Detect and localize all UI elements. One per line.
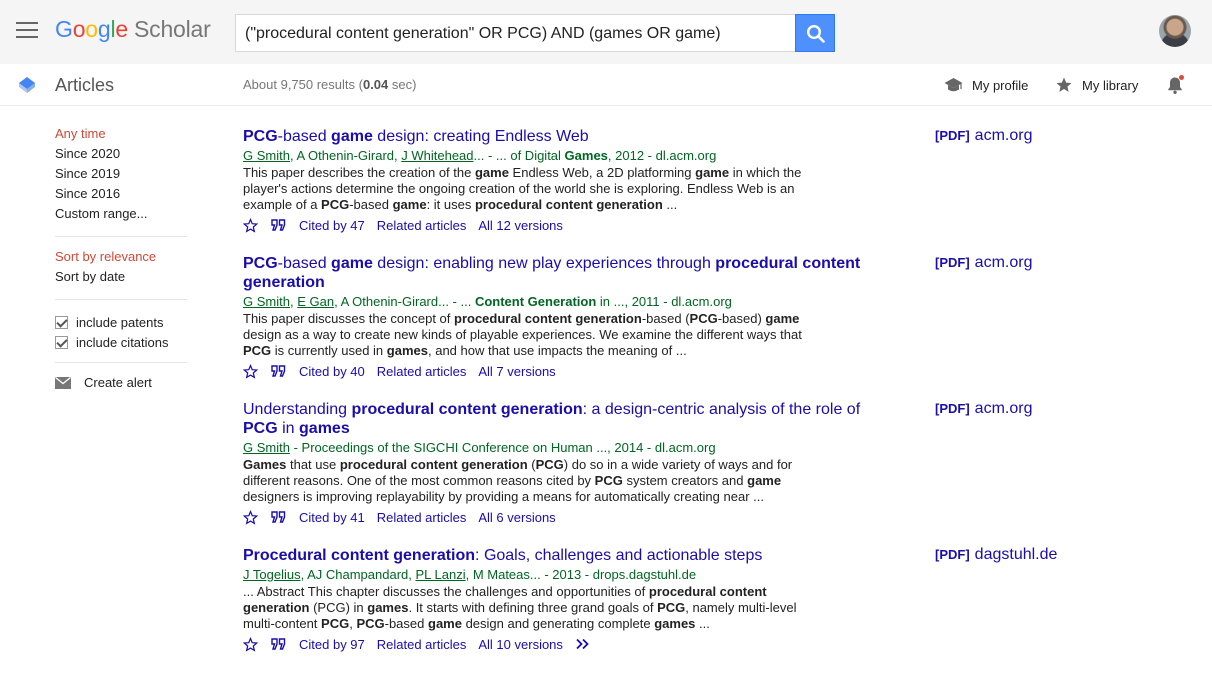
sub-header: Articles About 9,750 results (0.04 sec) …: [0, 64, 1212, 106]
sidebar: Any time Since 2020 Since 2019 Since 201…: [55, 126, 187, 390]
result-snippet: This paper describes the creation of the…: [243, 165, 802, 212]
save-star-icon[interactable]: [243, 636, 258, 652]
related-articles-link[interactable]: Related articles: [377, 510, 467, 525]
search-input[interactable]: ("procedural content generation" OR PCG)…: [235, 14, 796, 52]
checkbox-checked-icon: [55, 315, 68, 329]
result-title[interactable]: PCG-based game design: creating Endless …: [243, 127, 863, 146]
result-actions: Cited by 41 Related articles All 6 versi…: [243, 507, 863, 527]
divider: [55, 236, 187, 237]
top-bar: Google Scholar ("procedural content gener…: [0, 0, 1212, 64]
related-articles-link[interactable]: Related articles: [377, 218, 467, 233]
author-link[interactable]: G Smith: [243, 148, 290, 163]
author-link[interactable]: J Whitehead: [401, 148, 473, 163]
cited-by-link[interactable]: Cited by 97: [299, 637, 365, 652]
filter-since-2019[interactable]: Since 2019: [55, 166, 187, 186]
cited-by-link[interactable]: Cited by 41: [299, 510, 365, 525]
related-articles-link[interactable]: Related articles: [377, 364, 467, 379]
all-versions-link[interactable]: All 6 versions: [478, 510, 555, 525]
notifications-button[interactable]: [1166, 75, 1184, 100]
save-star-icon[interactable]: [243, 509, 258, 525]
sort-by-relevance[interactable]: Sort by relevance: [55, 249, 187, 269]
section-title: Articles: [55, 75, 115, 95]
result-actions: Cited by 47 Related articles All 12 vers…: [243, 215, 863, 235]
notification-dot: [1179, 75, 1184, 80]
mortarboard-icon: [944, 78, 963, 92]
cite-quote-icon[interactable]: [271, 365, 286, 377]
all-versions-link[interactable]: All 12 versions: [478, 218, 563, 233]
result-authors: G Smith, E Gan, A Othenin-Girard... - ..…: [243, 294, 732, 309]
filter-any-time[interactable]: Any time: [55, 126, 187, 146]
author-link[interactable]: J Togelius: [243, 567, 301, 582]
filter-since-2020[interactable]: Since 2020: [55, 146, 187, 166]
result-item: PCG-based game design: enabling new play…: [243, 254, 863, 381]
pdf-link[interactable]: [PDF] acm.org: [935, 254, 1032, 272]
result-actions: Cited by 40 Related articles All 7 versi…: [243, 361, 863, 381]
filter-custom-range[interactable]: Custom range...: [55, 206, 187, 226]
mail-icon: [55, 376, 71, 389]
result-item: PCG-based game design: creating Endless …: [243, 127, 863, 235]
related-articles-link[interactable]: Related articles: [377, 637, 467, 652]
all-versions-link[interactable]: All 10 versions: [478, 637, 563, 652]
avatar[interactable]: [1159, 15, 1191, 47]
my-library-link[interactable]: My library: [1055, 76, 1138, 94]
cite-quote-icon[interactable]: [271, 638, 286, 650]
save-star-icon[interactable]: [243, 217, 258, 233]
cite-quote-icon[interactable]: [271, 219, 286, 231]
result-actions: Cited by 97 Related articles All 10 vers…: [243, 634, 863, 654]
articles-icon: [19, 77, 35, 93]
author-link[interactable]: G Smith: [243, 440, 290, 455]
result-count: About 9,750 results (0.04 sec): [243, 77, 417, 92]
author-link[interactable]: G Smith: [243, 294, 290, 309]
pdf-link[interactable]: [PDF] acm.org: [935, 400, 1032, 418]
google-scholar-logo[interactable]: Google Scholar: [55, 16, 211, 43]
author-link[interactable]: E Gan: [297, 294, 334, 309]
my-profile-link[interactable]: My profile: [944, 76, 1028, 94]
include-patents-checkbox[interactable]: include patents: [55, 312, 187, 332]
author-link[interactable]: PL Lanzi: [415, 567, 465, 582]
result-title[interactable]: Understanding procedural content generat…: [243, 400, 863, 438]
search-button[interactable]: [795, 14, 835, 52]
result-snippet: This paper discusses the concept of proc…: [243, 311, 802, 358]
save-star-icon[interactable]: [243, 363, 258, 379]
result-authors: G Smith - Proceedings of the SIGCHI Conf…: [243, 440, 716, 455]
cited-by-link[interactable]: Cited by 40: [299, 364, 365, 379]
result-title[interactable]: PCG-based game design: enabling new play…: [243, 254, 863, 292]
create-alert-button[interactable]: Create alert: [55, 375, 187, 390]
result-authors: J Togelius, AJ Champandard, PL Lanzi, M …: [243, 567, 697, 582]
search-icon: [806, 24, 825, 43]
pdf-link[interactable]: [PDF] dagstuhl.de: [935, 546, 1057, 564]
checkbox-checked-icon: [55, 335, 68, 349]
cited-by-link[interactable]: Cited by 47: [299, 218, 365, 233]
cite-quote-icon[interactable]: [271, 511, 286, 523]
divider: [55, 299, 187, 300]
star-icon: [1056, 77, 1072, 92]
result-authors: G Smith, A Othenin-Girard, J Whitehead..…: [243, 148, 717, 163]
menu-icon[interactable]: [16, 22, 38, 40]
result-item: Understanding procedural content generat…: [243, 400, 863, 527]
pdf-link[interactable]: [PDF] acm.org: [935, 127, 1032, 145]
all-versions-link[interactable]: All 7 versions: [478, 364, 555, 379]
result-snippet: ... Abstract This chapter discusses the …: [243, 584, 797, 631]
sort-by-date[interactable]: Sort by date: [55, 269, 187, 289]
result-snippet: Games that use procedural content genera…: [243, 457, 793, 504]
divider: [55, 362, 187, 363]
result-title[interactable]: Procedural content generation: Goals, ch…: [243, 546, 863, 565]
more-icon[interactable]: [575, 638, 590, 650]
include-citations-checkbox[interactable]: include citations: [55, 332, 187, 352]
result-item: Procedural content generation: Goals, ch…: [243, 546, 863, 654]
filter-since-2016[interactable]: Since 2016: [55, 186, 187, 206]
